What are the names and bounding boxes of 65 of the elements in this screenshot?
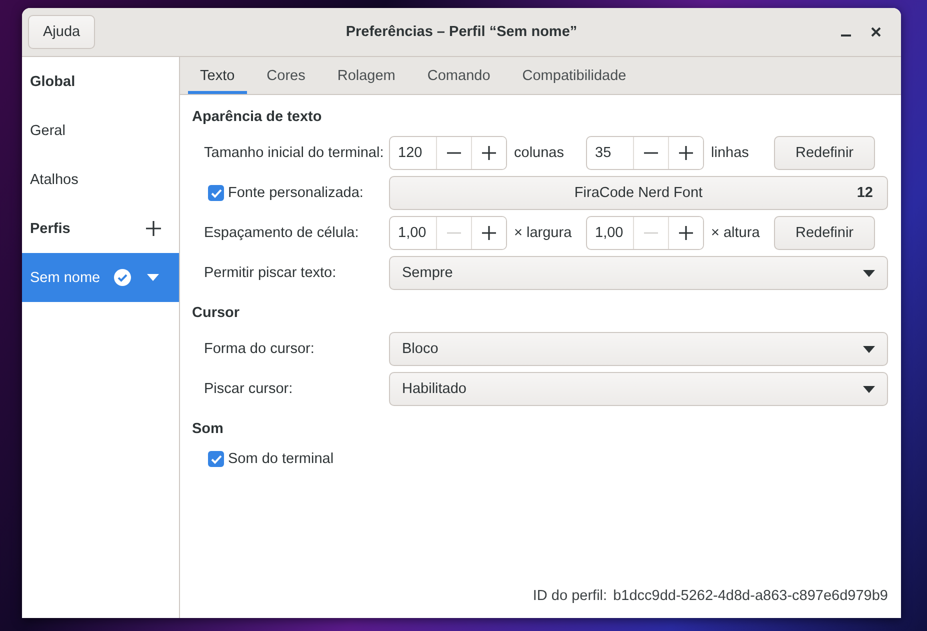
sidebar-heading: Perfis: [30, 220, 72, 236]
checkmark-icon: [210, 454, 222, 464]
reset-button[interactable]: Redefinir: [774, 136, 875, 170]
plus-icon: [678, 225, 694, 241]
checkbox[interactable]: [208, 185, 224, 201]
close-icon[interactable]: [871, 27, 881, 37]
tab[interactable]: Compatibilidade: [510, 57, 638, 94]
plus-icon: [481, 145, 497, 161]
spin-value: 120: [397, 144, 424, 163]
reset-button[interactable]: Redefinir: [774, 216, 875, 250]
field-label: Espaçamento de célula:: [203, 225, 360, 241]
section-title: Aparência de texto: [192, 108, 323, 127]
unit-label: colunas: [513, 145, 565, 161]
sidebar-item[interactable]: Atalhos: [22, 155, 179, 204]
minus-icon: [446, 232, 462, 234]
profile-id-label: ID do perfil:: [532, 588, 608, 604]
section-title: Som: [192, 420, 224, 439]
window-title: Preferências – Perfil “Sem nome”: [346, 24, 578, 40]
help-button[interactable]: Ajuda: [28, 15, 96, 49]
spin-field[interactable]: 1,00: [389, 216, 507, 250]
font-size: 12: [856, 185, 873, 201]
dropdown[interactable]: Habilitado: [389, 372, 888, 406]
dropdown[interactable]: Bloco: [389, 332, 888, 366]
minus-icon: [643, 232, 659, 234]
spin-value: 1,00: [397, 224, 428, 243]
profile-item[interactable]: Sem nome: [22, 253, 179, 302]
sidebar-heading: Global: [30, 74, 76, 90]
spin-field[interactable]: 120: [389, 136, 507, 170]
caret-icon: [863, 346, 875, 352]
caret-icon: [147, 274, 159, 281]
caret-icon: [863, 270, 875, 276]
checkbox[interactable]: [208, 451, 224, 467]
increment-button[interactable]: [471, 217, 506, 249]
spin-field[interactable]: 35: [586, 136, 704, 170]
tab[interactable]: Texto: [188, 57, 247, 94]
spin-field[interactable]: 1,00: [586, 216, 704, 250]
section-title: Cursor: [192, 304, 241, 323]
add-icon[interactable]: [146, 221, 161, 236]
plus-icon: [481, 225, 497, 241]
sidebar-item[interactable]: Geral: [22, 106, 179, 155]
plus-icon: [678, 145, 694, 161]
increment-button[interactable]: [668, 137, 703, 169]
unit-label: linhas: [710, 145, 750, 161]
caret-icon: [863, 386, 875, 392]
minus-icon: [446, 152, 462, 154]
field-label: Piscar cursor:: [203, 381, 294, 397]
tab[interactable]: Comando: [415, 57, 502, 94]
field-label: Forma do cursor:: [203, 341, 316, 357]
unit-label: × largura: [513, 225, 573, 241]
checkbox-label: Fonte personalizada:: [228, 185, 364, 201]
spin-value: 1,00: [594, 224, 624, 243]
checkmark-icon: [210, 188, 222, 198]
unit-label: × altura: [710, 225, 761, 241]
increment-button[interactable]: [471, 137, 506, 169]
field-label: Permitir piscar texto:: [203, 265, 338, 281]
dropdown[interactable]: Sempre: [389, 256, 888, 290]
minus-icon: [643, 152, 659, 154]
field-label: Tamanho inicial do terminal:: [203, 145, 385, 161]
checkbox-label: Som do terminal: [228, 451, 334, 467]
tab[interactable]: Cores: [254, 57, 318, 94]
profile-id-value: b1dcc9dd-5262-4d8d-a863-c897e6d979b9: [613, 588, 888, 604]
increment-button[interactable]: [668, 217, 703, 249]
font-button[interactable]: FiraCode Nerd Font 12: [389, 176, 888, 210]
tab[interactable]: Rolagem: [325, 57, 408, 94]
spin-value: 35: [594, 144, 612, 163]
